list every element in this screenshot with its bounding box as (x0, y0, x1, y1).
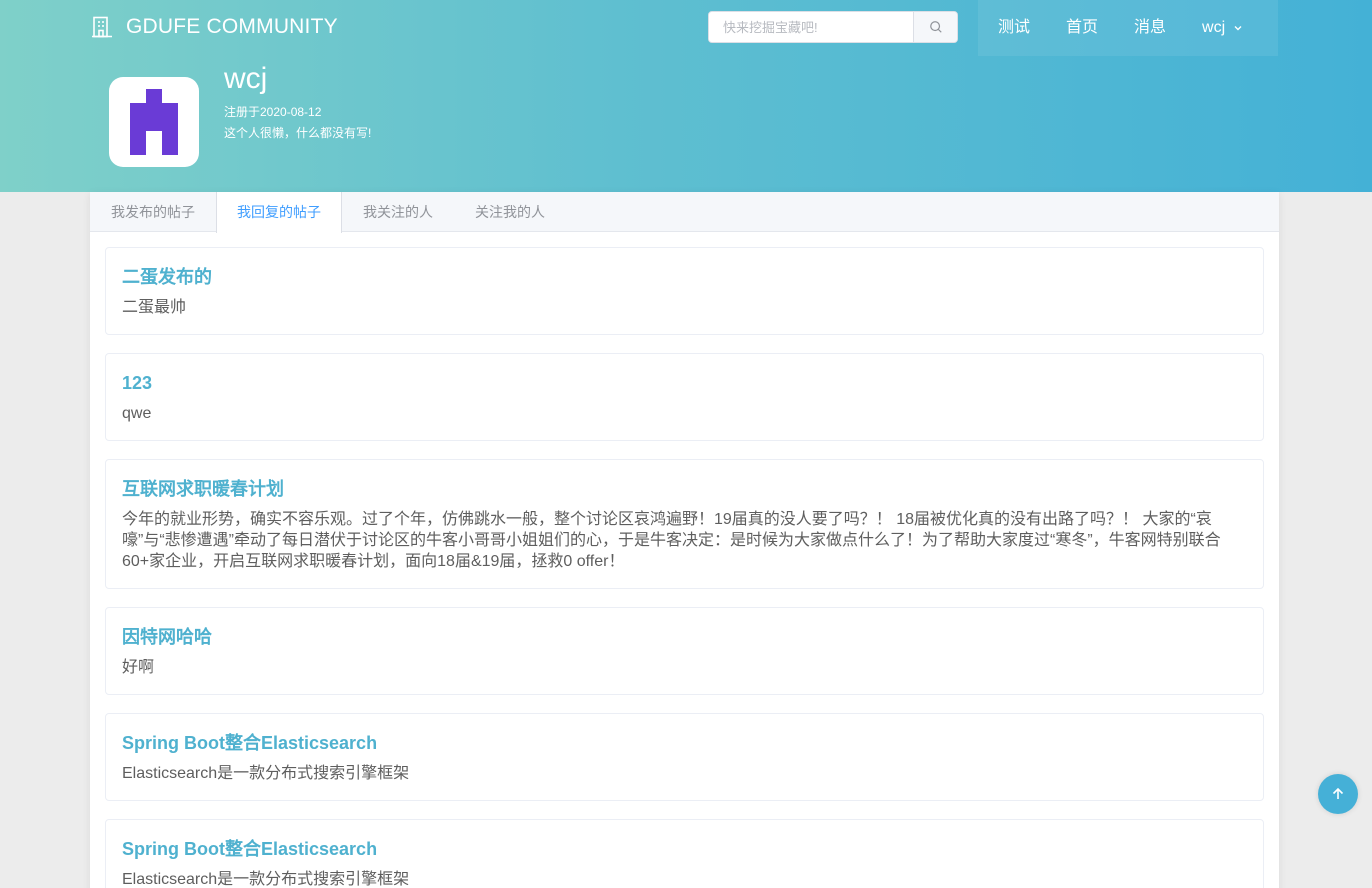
post-title[interactable]: 互联网求职暖春计划 (122, 477, 1246, 501)
profile-tabs: 我发布的帖子 我回复的帖子 我关注的人 关注我的人 (90, 192, 1279, 233)
search-button[interactable] (913, 12, 957, 42)
post-card[interactable]: Spring Boot整合Elasticsearch Elasticsearch… (105, 713, 1264, 801)
building-icon (92, 16, 112, 38)
post-card[interactable]: Spring Boot整合Elasticsearch Elasticsearch… (105, 819, 1264, 888)
post-title[interactable]: 123 (122, 371, 1246, 395)
profile-bio: 这个人很懒，什么都没有写! (224, 126, 372, 140)
post-body: 今年的就业形势，确实不容乐观。过了个年，仿佛跳水一般，整个讨论区哀鸿遍野！19届… (122, 511, 1221, 570)
user-menu-label: wcj (1202, 19, 1226, 36)
post-body: Elasticsearch是一款分布式搜索引擎框架 (122, 871, 410, 888)
chevron-down-icon (1234, 26, 1242, 31)
nav-item-test[interactable]: 测试 (978, 0, 1048, 56)
tab-followers[interactable]: 关注我的人 (454, 192, 566, 232)
post-title[interactable]: Spring Boot整合Elasticsearch (122, 837, 1246, 861)
profile-name: wcj (224, 62, 268, 95)
tab-my-posts[interactable]: 我发布的帖子 (90, 192, 216, 232)
brand-name: GDUFE COMMUNITY (126, 15, 338, 38)
post-body: 二蛋最帅 (122, 299, 187, 316)
nav-item-label: 消息 (1134, 19, 1167, 36)
post-title[interactable]: 因特网哈哈 (122, 625, 1246, 649)
post-body: qwe (122, 405, 152, 422)
user-menu[interactable]: wcj (1184, 0, 1261, 56)
top-nav: 测试 首页 消息 wcj (978, 0, 1278, 56)
back-to-top-button[interactable] (1318, 774, 1358, 814)
nav-item-label: 测试 (998, 19, 1031, 36)
avatar (109, 77, 199, 167)
user-avatar-icon (130, 89, 178, 155)
post-list: 二蛋发布的 二蛋最帅 123 qwe 互联网求职暖春计划 今年的就业形势，确实不… (90, 232, 1279, 888)
post-card[interactable]: 互联网求职暖春计划 今年的就业形势，确实不容乐观。过了个年，仿佛跳水一般，整个讨… (105, 459, 1264, 589)
post-card[interactable]: 因特网哈哈 好啊 (105, 607, 1264, 695)
nav-item-label: 首页 (1066, 19, 1099, 36)
tab-my-replies[interactable]: 我回复的帖子 (216, 192, 342, 233)
post-card[interactable]: 二蛋发布的 二蛋最帅 (105, 247, 1264, 335)
post-title[interactable]: 二蛋发布的 (122, 265, 1246, 289)
profile-header: GDUFE COMMUNITY 测试 首页 消息 wcj wc (0, 0, 1372, 192)
search-input[interactable] (709, 12, 913, 42)
nav-item-messages[interactable]: 消息 (1116, 0, 1184, 56)
arrow-up-icon (1332, 787, 1344, 799)
search-icon (929, 21, 942, 33)
nav-item-home[interactable]: 首页 (1048, 0, 1116, 56)
registration-date: 注册于2020-08-12 (224, 105, 322, 119)
brand-logo[interactable]: GDUFE COMMUNITY (90, 14, 338, 40)
post-title[interactable]: Spring Boot整合Elasticsearch (122, 731, 1246, 755)
profile-content-panel: 我发布的帖子 我回复的帖子 我关注的人 关注我的人 二蛋发布的 二蛋最帅 123… (90, 192, 1279, 888)
tab-following[interactable]: 我关注的人 (342, 192, 454, 232)
post-body: Elasticsearch是一款分布式搜索引擎框架 (122, 765, 410, 782)
post-card[interactable]: 123 qwe (105, 353, 1264, 441)
post-body: 好啊 (122, 659, 155, 676)
search-box (708, 11, 958, 43)
